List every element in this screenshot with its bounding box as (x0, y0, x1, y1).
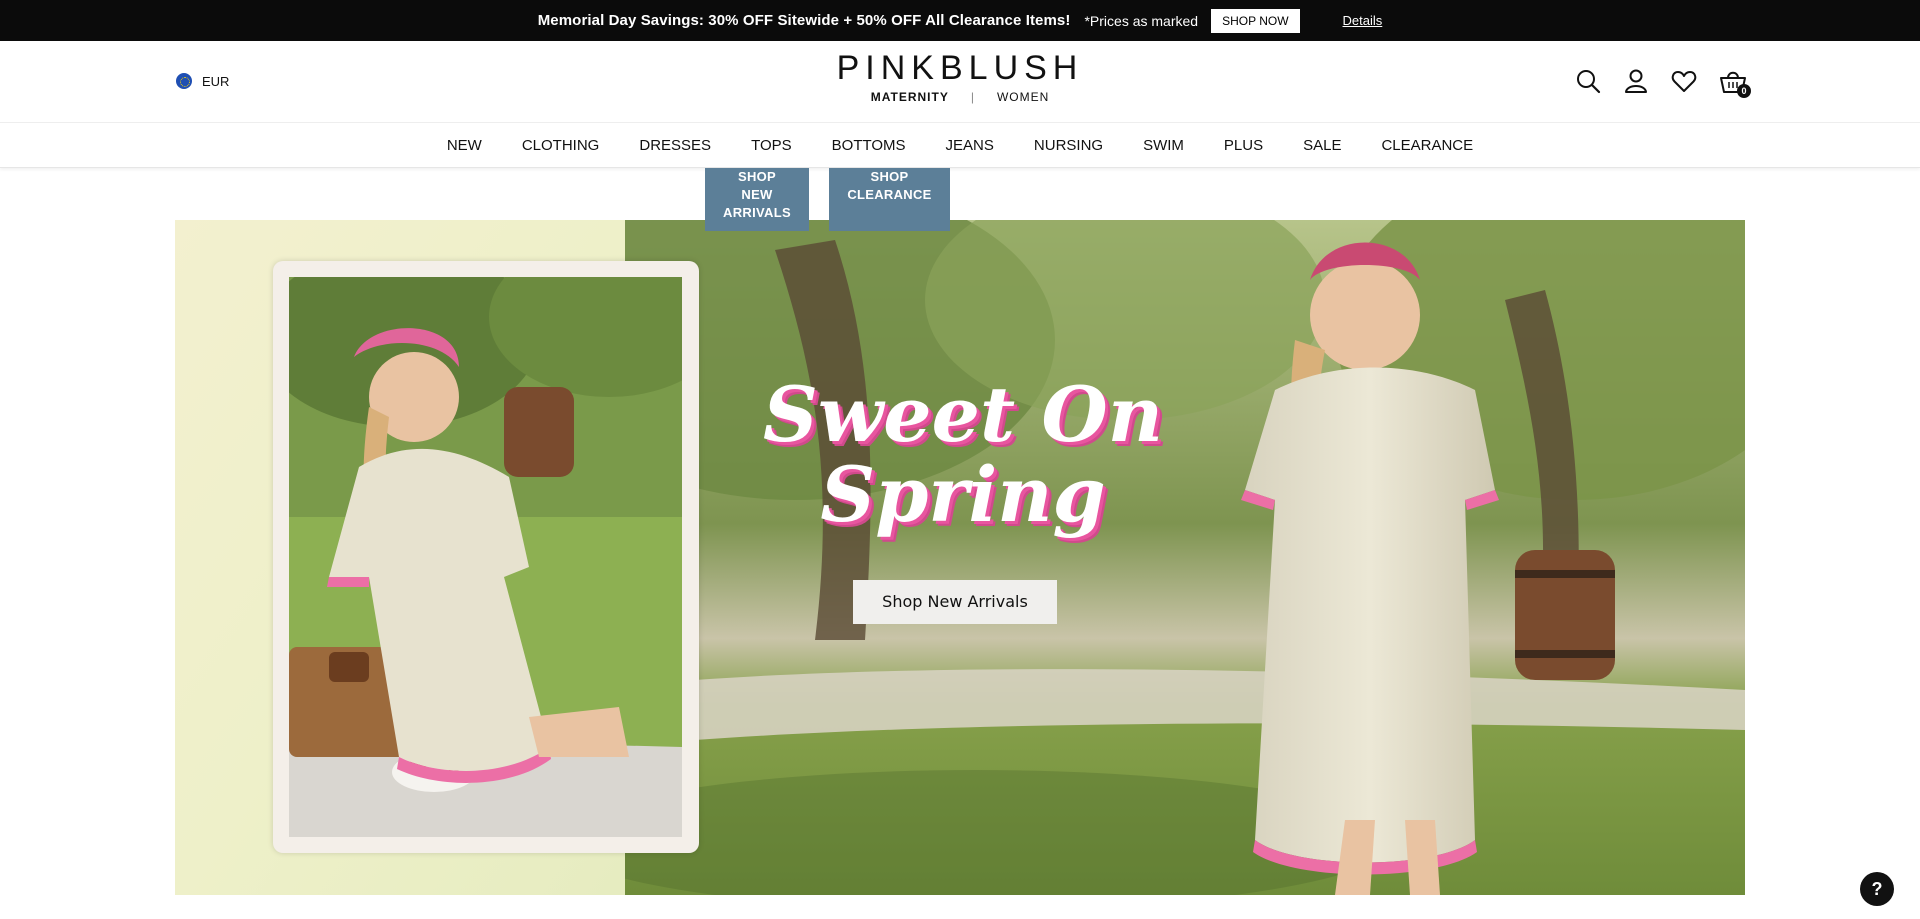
hero-headline: Sweet On Spring (753, 375, 1173, 535)
nav-item-jeans[interactable]: JEANS (946, 137, 994, 154)
shop-new-arrivals-button[interactable]: Shop New Arrivals (853, 580, 1057, 624)
shop-clearance-tab[interactable]: SHOP CLEARANCE (829, 168, 950, 231)
mini-label: NEW (741, 187, 773, 202)
logo-separator: | (970, 90, 975, 104)
mini-label: CLEARANCE (847, 187, 932, 202)
account-icon[interactable] (1623, 68, 1649, 94)
cart-basket-icon[interactable]: 0 (1719, 68, 1751, 98)
cart-count-badge: 0 (1737, 84, 1751, 98)
mini-label: ARRIVALS (723, 205, 791, 220)
main-nav: NEW CLOTHING DRESSES TOPS BOTTOMS JEANS … (0, 123, 1920, 168)
nav-item-swim[interactable]: SWIM (1143, 137, 1184, 154)
header-icons: 0 (1575, 68, 1751, 98)
search-icon[interactable] (1575, 68, 1601, 94)
nav-item-dresses[interactable]: DRESSES (639, 137, 711, 154)
mini-label: SHOP (870, 169, 909, 184)
women-link[interactable]: WOMEN (997, 90, 1049, 104)
site-header: EUR PINKBLUSH MATERNITY | WOMEN 0 (0, 41, 1920, 123)
nav-item-plus[interactable]: PLUS (1224, 137, 1263, 154)
wishlist-heart-icon[interactable] (1671, 68, 1697, 94)
currency-selector[interactable]: EUR (176, 73, 229, 89)
nav-item-clothing[interactable]: CLOTHING (522, 137, 600, 154)
headline-line-2: Spring (820, 450, 1106, 539)
shop-now-button[interactable]: SHOP NOW (1211, 8, 1300, 33)
hero-inset-photo (289, 277, 682, 837)
help-chat-button[interactable]: ? (1860, 872, 1894, 906)
nav-item-new[interactable]: NEW (447, 137, 482, 154)
eu-flag-icon (176, 73, 192, 89)
nav-item-sale[interactable]: SALE (1303, 137, 1341, 154)
promo-bar: Memorial Day Savings: 30% OFF Sitewide +… (0, 0, 1920, 41)
mini-label: SHOP (737, 169, 777, 184)
brand-name: PINKBLUSH (836, 49, 1084, 87)
details-link[interactable]: Details (1343, 13, 1383, 28)
nav-item-clearance[interactable]: CLEARANCE (1381, 137, 1473, 154)
headline-line-1: Sweet On (762, 370, 1164, 459)
currency-label: EUR (202, 73, 230, 89)
logo-subtitle: MATERNITY | WOMEN (820, 90, 1100, 104)
nav-item-bottoms[interactable]: BOTTOMS (832, 137, 906, 154)
hero-banner[interactable]: Sweet On Spring Shop New Arrivals (175, 220, 1745, 895)
promo-note: *Prices as marked (1084, 12, 1199, 29)
site-logo[interactable]: PINKBLUSH MATERNITY | WOMEN (820, 49, 1100, 104)
nav-item-tops[interactable]: TOPS (751, 137, 792, 154)
shop-new-arrivals-tab[interactable]: SHOP NEW ARRIVALS (705, 168, 809, 231)
nav-item-nursing[interactable]: NURSING (1034, 137, 1103, 154)
maternity-link[interactable]: MATERNITY (871, 90, 949, 104)
promo-headline: Memorial Day Savings: 30% OFF Sitewide +… (537, 12, 1071, 29)
